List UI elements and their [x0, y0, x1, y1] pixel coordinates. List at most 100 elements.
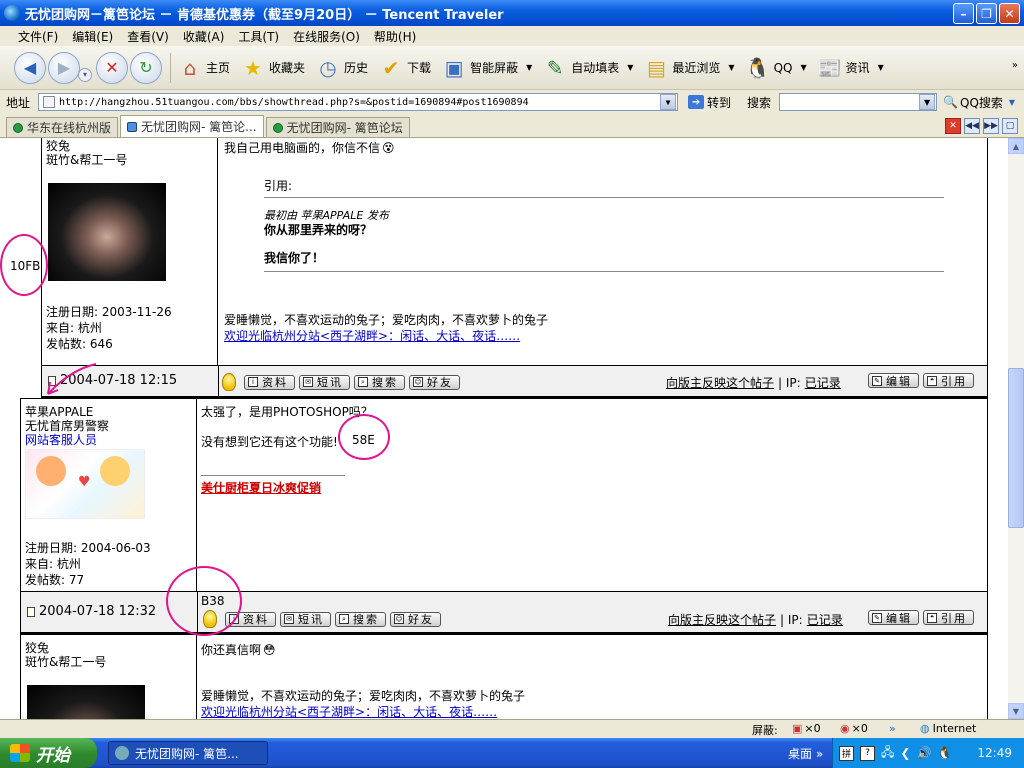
windows-logo-icon [10, 744, 30, 762]
toolbar-overflow-icon[interactable]: » [1012, 60, 1018, 71]
chevron-down-icon[interactable]: ▼ [1009, 98, 1015, 107]
quote-button[interactable]: ❝ 引用 [923, 610, 974, 625]
menu-edit[interactable]: 编辑(E) [72, 28, 113, 45]
start-button[interactable]: 开始 [0, 738, 97, 768]
qq-button[interactable]: 🐧 QQ ▼ [745, 55, 807, 81]
quote-icon: ❝ [927, 612, 937, 623]
vertical-scrollbar[interactable]: ▲ ▼ [1008, 138, 1024, 719]
recent-browse-label: 最近浏览 [672, 61, 721, 75]
quote-label: 引用: [264, 179, 293, 193]
menu-bar: 文件(F) 编辑(E) 查看(V) 收藏(A) 工具(T) 在线服务(O) 帮助… [0, 26, 1024, 46]
quote-divider-top [264, 197, 944, 198]
search-posts-button[interactable]: ⌕ 搜索 [354, 374, 405, 390]
tab-prev-icon[interactable]: ◀◀ [964, 118, 980, 134]
chevron-down-icon[interactable]: ▼ [878, 63, 884, 72]
signature: 爱睡懒觉，不喜欢运动的兔子；爱吃肉肉，不喜欢萝卜的兔子 [224, 313, 549, 327]
autofill-button[interactable]: ✎ 自动填表 ▼ [542, 55, 634, 81]
form-pencil-icon: ✎ [546, 55, 564, 80]
network-icon[interactable]: 🖧 [881, 743, 894, 764]
quote-line: 你从那里弄来的呀？ [264, 223, 373, 237]
ime-icon[interactable]: 拼 [839, 745, 854, 761]
report-post-link[interactable]: 向版主反映这个帖子 [666, 374, 774, 391]
chevron-down-icon[interactable]: ▼ [728, 63, 734, 72]
back-button[interactable]: ◀ [14, 51, 46, 84]
reg-date: 注册日期: 2004-06-03 [25, 541, 151, 555]
browser-icon [4, 5, 20, 21]
tab-page-icon [13, 122, 23, 133]
promo-link[interactable]: 美仕厨柜夏日冰爽促销 [201, 479, 321, 496]
chevron-down-icon[interactable]: ▼ [800, 63, 806, 72]
nav-history-dropdown[interactable]: ▾ [78, 67, 92, 82]
qq-search-button[interactable]: 🔍 QQ搜索 ▼ [943, 94, 1015, 111]
tab-huadong[interactable]: 华东在线杭州版 [6, 117, 119, 137]
pm-button[interactable]: ✉ 短讯 [299, 374, 350, 390]
desktop-toolbar[interactable]: 桌面 » [788, 745, 823, 762]
download-button[interactable]: ✔ 下载 [378, 55, 431, 81]
stop-button[interactable]: ✕ [96, 51, 128, 84]
quote-button[interactable]: ❝ 引用 [923, 373, 974, 388]
news-button[interactable]: 📰 资讯 ▼ [817, 55, 884, 81]
scroll-thumb[interactable] [1008, 368, 1024, 528]
lightbulb-icon [222, 373, 236, 391]
favorites-button[interactable]: ★ 收藏夹 [240, 55, 305, 81]
menu-favorites[interactable]: 收藏(A) [183, 28, 225, 45]
taskbar-browser-window[interactable]: 无忧团购网- 篱笆... [108, 741, 268, 765]
avatar [48, 183, 166, 281]
toolbar: ◀ ▶ ▾ ✕ ↻ ⌂ 主页 ★ 收藏夹 ◷ 历史 ✔ 下载 ▣ 智能屏蔽 ▼ … [0, 46, 1024, 90]
profile-button[interactable]: i 资料 [244, 374, 295, 390]
minimize-button[interactable]: – [953, 3, 974, 24]
edit-button[interactable]: ✎ 编辑 [868, 373, 919, 388]
volume-icon[interactable]: 🔊 [916, 746, 931, 760]
pm-button[interactable]: ✉ 短讯 [280, 611, 331, 627]
menu-file[interactable]: 文件(F) [18, 28, 58, 45]
tab-next-icon[interactable]: ▶▶ [983, 118, 999, 134]
help-icon[interactable]: ? [860, 745, 875, 761]
add-friend-button[interactable]: ☺ 好友 [390, 611, 441, 627]
search-posts-button[interactable]: ⌕ 搜索 [335, 611, 386, 627]
scroll-up-icon[interactable]: ▲ [1008, 138, 1024, 154]
menu-tools[interactable]: 工具(T) [238, 28, 279, 45]
window-title: 无忧团购网－篱笆论坛 － 肯德基优惠券（截至9月20日） － Tencent T… [25, 7, 504, 23]
ip-recorded-link[interactable]: 已记录 [807, 611, 843, 628]
forward-button[interactable]: ▶ [48, 51, 80, 84]
ip-recorded-link[interactable]: 已记录 [805, 374, 841, 391]
home-button[interactable]: ⌂ 主页 [177, 55, 230, 81]
scroll-down-icon[interactable]: ▼ [1008, 703, 1024, 719]
search-input[interactable]: ▼ [779, 93, 938, 111]
close-button[interactable]: ✕ [999, 3, 1020, 24]
smart-block-button[interactable]: ▣ 智能屏蔽 ▼ [441, 55, 533, 81]
user-role-link[interactable]: 网站客服人员 [25, 431, 97, 448]
url-dropdown-icon[interactable]: ▼ [660, 94, 677, 110]
qq-tray-icon[interactable]: 🐧 [937, 746, 952, 760]
recent-browse-button[interactable]: ▤ 最近浏览 ▼ [643, 55, 735, 81]
block-window-icon: ▣ [444, 55, 464, 80]
close-tab-icon[interactable]: ✕ [945, 118, 961, 134]
ad-block-icon: ◉ [840, 722, 850, 735]
url-input[interactable]: http://hangzhou.51tuangou.com/bbs/showth… [38, 93, 679, 111]
signature-link[interactable]: 欢迎光临杭州分站<西子湖畔>：闲话、大话、夜话…… [224, 327, 520, 344]
add-friend-button[interactable]: ☺ 好友 [409, 374, 460, 390]
signature-link[interactable]: 欢迎光临杭州分站<西子湖畔>：闲话、大话、夜话…… [201, 703, 497, 719]
page-content: 狡兔 斑竹&帮工一号 注册日期: 2003-11-26 来自: 杭州 发帖数: … [0, 138, 1008, 719]
chevron-down-icon[interactable]: ▼ [526, 63, 532, 72]
tab-menu-icon[interactable]: ▢ [1002, 118, 1018, 134]
search-dropdown-icon[interactable]: ▼ [919, 94, 936, 110]
history-button[interactable]: ◷ 历史 [315, 55, 368, 81]
edit-button[interactable]: ✎ 编辑 [868, 610, 919, 625]
post-1-body: 我自己用电脑画的，你信不信 😵 引用: 最初由 苹果APPALE 发布 你从那里… [222, 138, 982, 365]
autofill-label: 自动填表 [571, 61, 620, 75]
status-expand-button[interactable]: » [889, 722, 896, 735]
report-post-link[interactable]: 向版主反映这个帖子 [668, 611, 776, 628]
tab-51tuangou-active[interactable]: 无忧团购网- 篱笆论... [120, 115, 264, 137]
post-count: 发帖数: 646 [46, 337, 113, 351]
menu-help[interactable]: 帮助(H) [374, 28, 416, 45]
menu-online-service[interactable]: 在线服务(O) [293, 28, 360, 45]
popup-block-icon: ▣ [792, 722, 803, 735]
chevron-down-icon[interactable]: ▼ [627, 63, 633, 72]
menu-view[interactable]: 查看(V) [127, 28, 169, 45]
restore-button[interactable]: ❐ [976, 3, 997, 24]
tray-collapse-icon[interactable]: ❮ [900, 746, 910, 760]
go-button[interactable]: ➔ 转到 [688, 94, 731, 111]
tab-51tuangou[interactable]: 无忧团购网- 篱笆论坛 [265, 117, 410, 137]
refresh-button[interactable]: ↻ [130, 51, 162, 84]
